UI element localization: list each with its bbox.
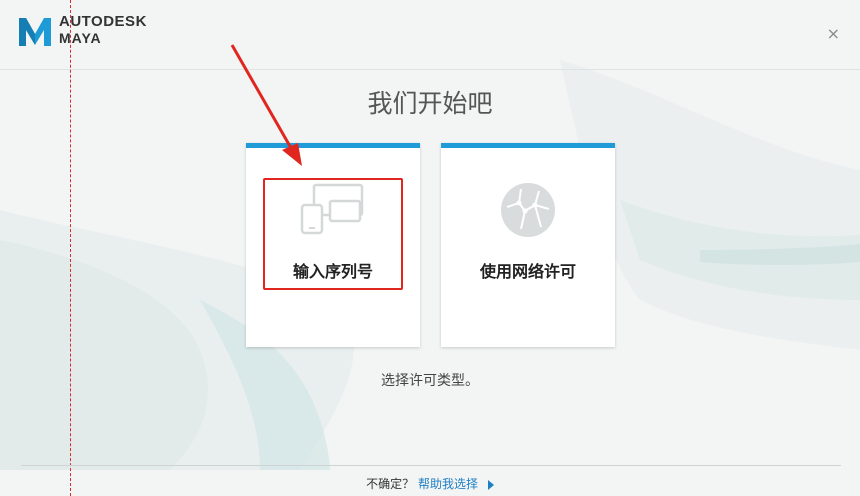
license-type-instruction: 选择许可类型。 xyxy=(381,373,479,389)
enter-serial-number-label: 输入序列号 xyxy=(292,262,373,281)
help-me-choose-link[interactable]: 帮助我选择 xyxy=(418,477,478,491)
brand-text: AUTODESK MAYA xyxy=(59,13,147,47)
footer-divider xyxy=(21,465,841,466)
network-license-card[interactable]: 使用网络许可 xyxy=(441,143,615,347)
header: AUTODESK MAYA × xyxy=(0,0,860,70)
footer-question: 不确定？ xyxy=(366,477,415,491)
close-icon[interactable]: × xyxy=(827,24,840,43)
maya-logo-icon xyxy=(19,18,51,46)
autodesk-maya-logo: AUTODESK MAYA xyxy=(18,14,147,48)
brand-line2: MAYA xyxy=(59,30,102,46)
guide-line xyxy=(70,0,71,496)
devices-icon xyxy=(300,183,364,235)
page-title: 我们开始吧 xyxy=(367,89,493,118)
network-license-label: 使用网络许可 xyxy=(479,262,576,281)
brand-line1: AUTODESK xyxy=(59,13,147,30)
footer: 不确定？ 帮助我选择 xyxy=(0,475,860,492)
play-arrow-icon[interactable] xyxy=(487,479,494,490)
background-art xyxy=(0,0,860,496)
network-globe-icon xyxy=(501,183,555,237)
enter-serial-number-card[interactable]: 输入序列号 xyxy=(246,143,420,347)
